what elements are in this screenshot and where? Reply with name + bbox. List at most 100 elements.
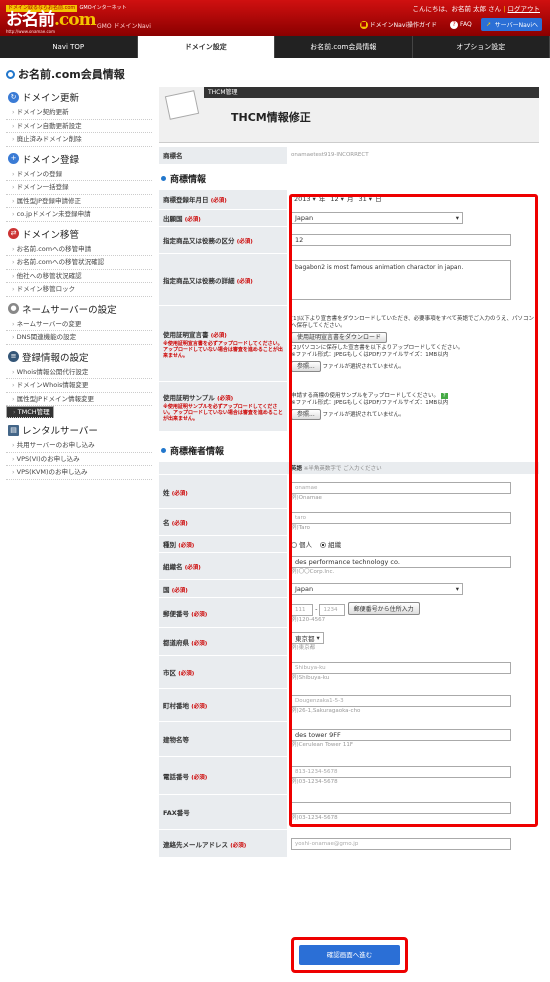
- logout-link[interactable]: ログアウト: [508, 5, 541, 13]
- sidebar-section-renew: ↻ドメイン更新 ドメイン契約更新 ドメイン自動更新設定 廃止済みドメイン削除: [6, 88, 152, 147]
- server-navi-link[interactable]: ➚ サーバーNaviへ: [480, 18, 542, 31]
- faq-link-label: FAQ: [460, 21, 472, 28]
- book-icon: ■: [359, 20, 368, 29]
- country2-label: 国 (必須): [159, 579, 287, 598]
- usage-cert-label: 使用証明宣言書 (必須) ※使用証明宣言書を必ずアップロードしてください。アップ…: [159, 305, 287, 382]
- sidebar-item[interactable]: VPS(KVM)のお申し込み: [6, 466, 152, 480]
- highlight-box: [289, 194, 538, 827]
- tab-domain-settings[interactable]: ドメイン設定: [137, 36, 275, 58]
- confirm-highlight: 確認画面へ進む: [291, 937, 408, 973]
- required-mark: (必須): [184, 565, 201, 571]
- page-header-label: THCM管理: [204, 87, 539, 98]
- sidebar-title: お名前.com会員情報: [6, 66, 152, 82]
- required-mark: (必須): [230, 842, 247, 849]
- sidebar-section-nameserver: ●ネームサーバーの設定 ネームサーバーの変更 DNS関連機能の設定: [6, 300, 152, 345]
- sidebar-section-title: ● ネームサーバーの設定: [6, 300, 152, 318]
- user-icon: ●: [8, 303, 19, 314]
- reg-date-label: 商標登録年月日 (必須): [159, 189, 287, 210]
- required-mark: (必須): [236, 278, 253, 285]
- section-title-text: ドメイン移管: [22, 229, 80, 241]
- page-title: THCM情報修正: [231, 111, 311, 124]
- sidebar-item[interactable]: Whois情報公開代行設定: [6, 366, 152, 379]
- sidebar-item[interactable]: ネームサーバーの変更: [6, 318, 152, 331]
- sidebar-item[interactable]: ドメインWhois情報変更: [6, 379, 152, 393]
- lang-spacer: [159, 462, 287, 475]
- street-label: 町村番地 (必須): [159, 688, 287, 722]
- trademark-name-table: 商標名 onamaetest919-INCORRECT: [159, 147, 539, 165]
- sample-note: ※使用証明サンプルを必ずアップロードしてください。アップロードしていない場合は審…: [163, 403, 283, 422]
- required-mark: (必須): [210, 198, 227, 205]
- sidebar-item[interactable]: 共用サーバーのお申し込み: [6, 439, 152, 453]
- main-nav: Navi TOP ドメイン設定 お名前.com会員情報 オプション設定: [0, 36, 550, 58]
- sidebar-item[interactable]: co.jpドメイン未登録申請: [6, 208, 152, 222]
- trademark-name-label: 商標名: [159, 147, 287, 165]
- section-title-text: レンタルサーバー: [22, 426, 98, 437]
- sidebar-section-transfer: ⇄ドメイン移管 お名前.comへの移管申請 お名前.comへの移管状況確認 他社…: [6, 225, 152, 297]
- sidebar-item[interactable]: ドメイン一括登録: [6, 181, 152, 195]
- firstname-label: 名 (必須): [159, 508, 287, 536]
- sidebar-item[interactable]: お名前.comへの移管申請: [6, 243, 152, 256]
- tab-option-settings[interactable]: オプション設定: [413, 36, 550, 58]
- guide-link[interactable]: ■ ドメインNavi操作ガイド: [356, 18, 441, 31]
- sidebar-item[interactable]: ドメインの登録: [6, 168, 152, 181]
- usage-cert-note: ※使用証明宣言書を必ずアップロードしてください。アップロードしていない場合は審査…: [163, 340, 283, 359]
- phone-label: 電話番号 (必須): [159, 756, 287, 795]
- sidebar-item[interactable]: ドメイン契約更新: [6, 106, 152, 120]
- section-trademark-info: 商標情報: [161, 172, 539, 185]
- arrow-icon: ➚: [486, 20, 492, 28]
- plus-icon: +: [8, 153, 19, 164]
- trademark-name-value: onamaetest919-INCORRECT: [287, 147, 539, 165]
- country-label-text: 出願国: [163, 215, 183, 223]
- logo-gmo: GMO: [97, 23, 112, 30]
- sidebar-item[interactable]: 属性型JP登録申請修正: [6, 195, 152, 208]
- city-label: 市区 (必須): [159, 655, 287, 689]
- required-mark: (必須): [191, 774, 208, 781]
- sidebar-item[interactable]: 属性型JPドメイン情報変更: [6, 393, 152, 406]
- sidebar-item[interactable]: お名前.comへの移管状況確認: [6, 256, 152, 270]
- email-label: 連絡先メールアドレス (必須): [159, 829, 287, 858]
- sidebar-item[interactable]: ドメイン自動更新設定: [6, 120, 152, 133]
- sample-label: 使用証明サンプル (必須) ※使用証明サンプルを必ずアップロードしてください。ア…: [159, 381, 287, 432]
- ring-icon: [6, 69, 15, 79]
- building-label: 建物名等: [159, 721, 287, 757]
- page-header: THCM管理 THCM情報修正: [159, 87, 539, 143]
- tab-navi-top[interactable]: Navi TOP: [0, 36, 138, 58]
- sidebar-item[interactable]: VPS(VI)のお申し込み: [6, 453, 152, 466]
- email-input[interactable]: yoshi-onamae@gmo.jp: [291, 837, 511, 850]
- logo-name-a: お名前: [6, 10, 55, 30]
- required-mark: (必須): [191, 611, 208, 618]
- required-mark: (必須): [171, 587, 188, 594]
- sidebar-item[interactable]: 廃止済みドメイン削除: [6, 133, 152, 147]
- sidebar-section-title: ↻ ドメイン更新: [6, 88, 152, 106]
- guide-link-label: ドメインNavi操作ガイド: [369, 22, 438, 29]
- required-mark: (必須): [171, 490, 188, 497]
- logo-name-b: .com: [54, 10, 97, 30]
- class-label-text: 指定商品又は役務の区分: [163, 237, 235, 245]
- site-header: ドメイン取るならお名前.com GMOインターネット お名前.com http:…: [0, 0, 550, 36]
- sidebar-item[interactable]: ドメイン移管ロック: [6, 283, 152, 297]
- faq-link[interactable]: ? FAQ: [446, 18, 476, 31]
- greeting-text: こんにちは、お名前 太郎 さん: [412, 5, 502, 13]
- sidebar-item[interactable]: 他社への移管状況確認: [6, 270, 152, 283]
- confirm-button[interactable]: 確認画面へ進む: [299, 945, 400, 965]
- required-mark: (必須): [217, 395, 234, 402]
- country-label: 出願国 (必須): [159, 209, 287, 227]
- sidebar-section-info: ≡登録情報の設定 Whois情報公開代行設定 ドメインWhois情報変更 属性型…: [6, 348, 152, 418]
- required-mark: (必須): [178, 543, 195, 549]
- refresh-icon: ↻: [8, 91, 19, 103]
- firstname-label-text: 名: [163, 519, 170, 527]
- required-mark: (必須): [171, 521, 188, 527]
- required-mark: (必須): [191, 704, 208, 710]
- greeting: こんにちは、お名前 太郎 さん | ログアウト: [412, 5, 541, 13]
- sidebar: お名前.com会員情報 ↻ドメイン更新 ドメイン契約更新 ドメイン自動更新設定 …: [6, 66, 152, 483]
- server-navi-link-label: サーバーNaviへ: [494, 22, 538, 29]
- document-icon: [164, 90, 200, 120]
- section-title-text: ドメイン登録: [22, 154, 80, 166]
- sidebar-item-tmch[interactable]: TMCH管理: [6, 406, 54, 418]
- org-label-text: 組織名: [163, 563, 183, 571]
- sidebar-section-server: ▤レンタルサーバー 共用サーバーのお申し込み VPS(VI)のお申し込み VPS…: [6, 421, 152, 480]
- sidebar-item[interactable]: DNS関連機能の設定: [6, 331, 152, 345]
- tab-member-info[interactable]: お名前.com会員情報: [275, 36, 413, 58]
- sidebar-section-title: + ドメイン登録: [6, 150, 152, 168]
- sidebar-section-title: ⇄ ドメイン移管: [6, 225, 152, 243]
